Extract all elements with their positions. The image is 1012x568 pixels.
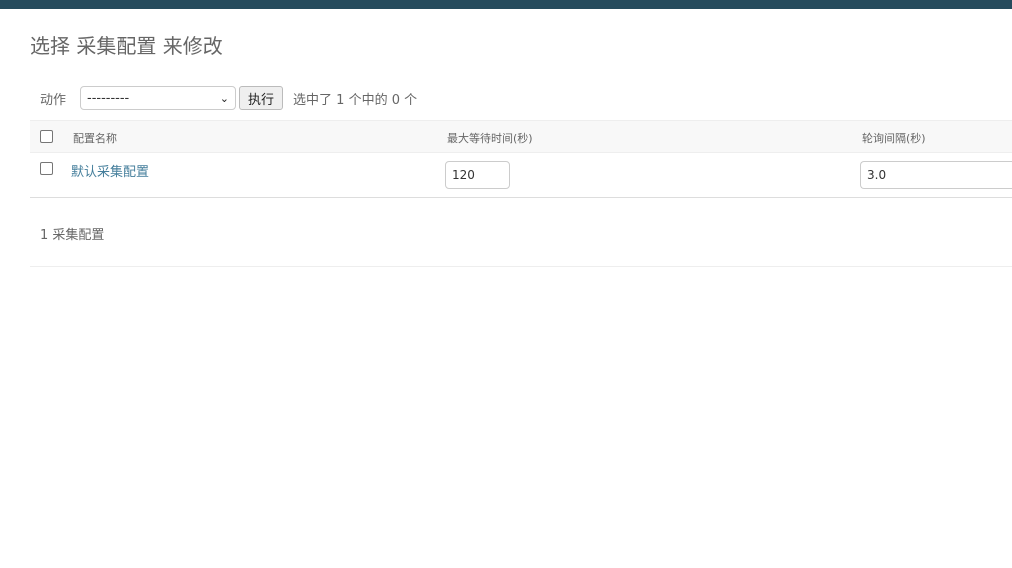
column-header-name[interactable]: 配置名称 xyxy=(73,130,117,146)
go-button[interactable]: 执行 xyxy=(239,86,284,110)
action-select-value: --------- xyxy=(87,90,130,106)
paginator: 1 采集配置 xyxy=(30,199,1012,267)
changelist-table: 配置名称 最大等待时间(秒) 轮询间隔(秒) 默认采集配置 120 3.0 xyxy=(30,120,1012,198)
action-select[interactable]: --------- ⌄ xyxy=(80,86,237,110)
page-title: 选择 采集配置 来修改 xyxy=(30,34,223,58)
header-bar xyxy=(0,0,1012,9)
row-select-checkbox[interactable] xyxy=(40,162,53,175)
table-header: 配置名称 最大等待时间(秒) 轮询间隔(秒) xyxy=(30,120,1012,153)
chevron-down-icon: ⌄ xyxy=(219,91,230,105)
select-all-checkbox[interactable] xyxy=(40,130,53,143)
actions-bar: 动作 --------- ⌄ 执行 选中了 1 个中的 0 个 xyxy=(30,84,1012,112)
result-count: 1 采集配置 xyxy=(40,228,105,243)
table-row: 默认采集配置 120 3.0 xyxy=(30,153,1012,198)
selection-counter: 选中了 1 个中的 0 个 xyxy=(293,92,418,108)
poll-interval-input[interactable]: 3.0 xyxy=(860,161,1012,189)
action-label: 动作 xyxy=(40,92,67,108)
poll-interval-value: 3.0 xyxy=(867,168,887,182)
row-name-link[interactable]: 默认采集配置 xyxy=(71,161,149,180)
column-header-poll-interval[interactable]: 轮询间隔(秒) xyxy=(862,130,926,146)
column-header-max-wait[interactable]: 最大等待时间(秒) xyxy=(447,130,533,146)
max-wait-input[interactable]: 120 xyxy=(445,161,510,189)
max-wait-value: 120 xyxy=(452,168,475,182)
